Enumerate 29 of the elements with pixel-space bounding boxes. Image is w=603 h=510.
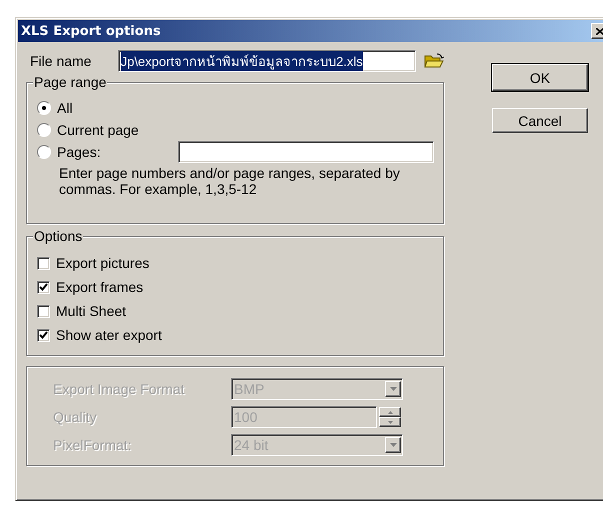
caret-icon bbox=[385, 381, 401, 397]
caret-icon bbox=[385, 437, 401, 453]
group-title: Page range bbox=[33, 74, 108, 90]
checkbox[interactable] bbox=[37, 256, 50, 270]
hint-text: Enter page numbers and/or page ranges, separated by commas. For example, 1,3,5-12 bbox=[59, 165, 401, 197]
down-arrow-icon bbox=[388, 420, 392, 424]
checkbox[interactable] bbox=[37, 280, 50, 294]
radio-label: Current page bbox=[57, 122, 139, 138]
folder-icon[interactable] bbox=[424, 53, 444, 69]
radio-button[interactable] bbox=[37, 145, 51, 159]
radio-button[interactable] bbox=[37, 101, 51, 115]
checkbox-label: Multi Sheet bbox=[56, 303, 126, 319]
close-icon bbox=[596, 28, 603, 34]
window-title: XLS Export options bbox=[21, 24, 161, 38]
group-title: Options bbox=[33, 228, 84, 244]
checkbox-label: Export pictures bbox=[56, 255, 150, 271]
checkbox[interactable] bbox=[37, 328, 50, 342]
radio-label: Pages: bbox=[57, 144, 101, 160]
checkbox[interactable] bbox=[37, 304, 50, 318]
dialog-button[interactable]: Cancel bbox=[492, 108, 588, 133]
radio-button[interactable] bbox=[37, 123, 51, 137]
pages-field[interactable] bbox=[178, 141, 434, 163]
checkbox-label: Show ater export bbox=[56, 327, 162, 343]
radio-label: All bbox=[57, 100, 73, 116]
field-label: File name bbox=[30, 53, 92, 69]
checkbox-label: Export frames bbox=[56, 279, 144, 295]
dialog-button[interactable]: OK bbox=[492, 64, 588, 91]
file-name-field[interactable]: Jp\exportจากหน้าพิมพ์ข้อมูลจากระบบ2.xls bbox=[118, 50, 416, 72]
up-arrow-icon bbox=[388, 410, 392, 414]
